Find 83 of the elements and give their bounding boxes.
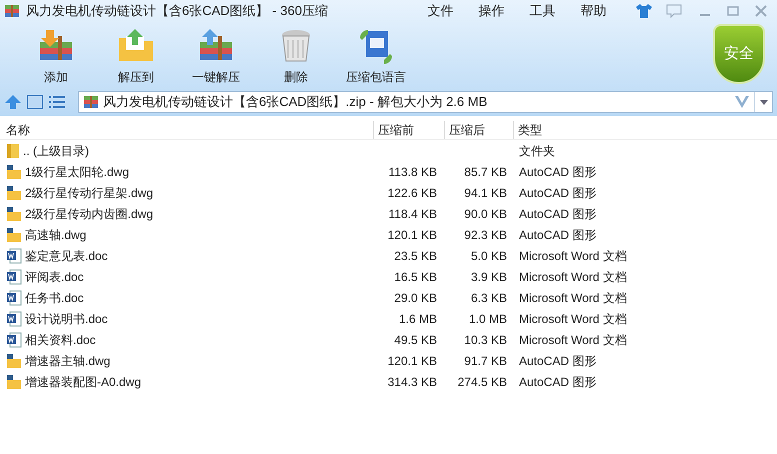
table-cell: 120.1 KB: [388, 228, 437, 242]
shirt-icon[interactable]: [635, 3, 653, 19]
table-cell: Microsoft Word 文档: [519, 270, 627, 284]
up-arrow-icon[interactable]: [4, 94, 22, 110]
toolbar-button[interactable]: 删除: [256, 22, 336, 86]
window-view-icon[interactable]: [26, 94, 44, 110]
archive-icon: [83, 94, 99, 110]
table-cell: 92.3 KB: [464, 228, 507, 242]
close-icon[interactable]: [753, 3, 769, 19]
table-cell: AutoCAD 图形: [519, 164, 596, 178]
folder-drawing-icon: [6, 184, 22, 200]
table-cell: 1.0 MB: [468, 312, 507, 326]
file-name[interactable]: 高速轴.dwg: [25, 226, 86, 244]
word-document-icon: [6, 268, 22, 284]
toolbar-button[interactable]: 一键解压: [176, 22, 256, 86]
table-cell: 16.5 KB: [394, 270, 437, 284]
table-cell: AutoCAD 图形: [519, 206, 596, 220]
table-cell: 5.0 KB: [470, 248, 507, 262]
table-cell: 314.3 KB: [388, 374, 437, 388]
file-name[interactable]: 2级行星传动行星架.dwg: [25, 184, 154, 202]
menu-item[interactable]: 文件: [415, 1, 466, 21]
column-header[interactable]: 压缩后: [444, 120, 513, 138]
menu-item[interactable]: 帮助: [568, 1, 619, 21]
word-document-icon: [6, 248, 22, 264]
menu-item[interactable]: 操作: [466, 1, 517, 21]
file-name[interactable]: 增速器主轴.dwg: [25, 352, 110, 370]
folder-drawing-icon: [6, 206, 22, 222]
file-name[interactable]: 相关资料.doc: [25, 330, 96, 348]
table-cell: 10.3 KB: [464, 332, 507, 346]
table-cell: 113.8 KB: [388, 164, 437, 178]
table-cell: 1.6 MB: [398, 312, 437, 326]
caret-icon: [760, 100, 768, 104]
folder-drawing-icon: [6, 226, 22, 242]
archive-icon: [4, 3, 20, 19]
table-cell: 91.7 KB: [464, 354, 507, 368]
table-cell: 6.3 KB: [470, 290, 507, 304]
v-logo-icon: [734, 95, 750, 109]
file-name[interactable]: 设计说明书.doc: [25, 310, 108, 328]
toolbar-button[interactable]: 添加: [16, 22, 96, 86]
table-cell: 120.1 KB: [388, 354, 437, 368]
table-cell: Microsoft Word 文档: [519, 290, 627, 304]
table-cell: 274.5 KB: [458, 374, 507, 388]
folder-drawing-icon: [6, 164, 22, 180]
table-cell: 文件夹: [519, 144, 555, 158]
folder-icon: [6, 142, 20, 158]
word-document-icon: [6, 310, 22, 326]
table-cell: AutoCAD 图形: [519, 374, 596, 388]
table-cell: Microsoft Word 文档: [519, 312, 627, 326]
message-icon[interactable]: [665, 3, 683, 19]
table-cell: 49.5 KB: [394, 332, 437, 346]
folder-drawing-icon: [6, 352, 22, 368]
column-header[interactable]: 名称: [0, 120, 373, 138]
file-name[interactable]: 增速器装配图-A0.dwg: [25, 372, 142, 390]
table-cell: 90.0 KB: [464, 206, 507, 220]
column-header[interactable]: 类型: [513, 120, 777, 138]
table-cell: 23.5 KB: [394, 248, 437, 262]
file-name[interactable]: 鉴定意见表.doc: [25, 246, 108, 264]
table-cell: 118.4 KB: [388, 206, 437, 220]
table-cell: 122.6 KB: [388, 186, 437, 200]
list-view-icon[interactable]: [48, 94, 66, 110]
table-cell: 3.9 KB: [470, 270, 507, 284]
file-name[interactable]: 任务书.doc: [25, 288, 84, 306]
table-cell: 94.1 KB: [464, 186, 507, 200]
file-name[interactable]: 1级行星太阳轮.dwg: [25, 162, 130, 180]
word-document-icon: [6, 332, 22, 348]
table-cell: 85.7 KB: [464, 164, 507, 178]
window-title: 风力发电机传动链设计【含6张CAD图纸】 - 360压缩: [26, 2, 328, 20]
table-cell: AutoCAD 图形: [519, 186, 596, 200]
table-cell: AutoCAD 图形: [519, 228, 596, 242]
table-cell: 29.0 KB: [394, 290, 437, 304]
file-name[interactable]: 评阅表.doc: [25, 268, 84, 286]
toolbar-button[interactable]: 解压到: [96, 22, 176, 86]
column-header[interactable]: 压缩前: [373, 120, 444, 138]
table-cell: Microsoft Word 文档: [519, 248, 627, 262]
table-cell: AutoCAD 图形: [519, 354, 596, 368]
toolbar-button[interactable]: 压缩包语言: [336, 22, 416, 86]
address-field[interactable]: 风力发电机传动链设计【含6张CAD图纸】.zip - 解包大小为 2.6 MB: [78, 91, 773, 113]
file-name[interactable]: .. (上级目录): [23, 142, 89, 160]
table-cell: Microsoft Word 文档: [519, 332, 627, 346]
menu-item[interactable]: 工具: [517, 1, 568, 21]
folder-drawing-icon: [6, 374, 22, 390]
word-document-icon: [6, 290, 22, 306]
file-name[interactable]: 2级行星传动内齿圈.dwg: [25, 204, 154, 222]
